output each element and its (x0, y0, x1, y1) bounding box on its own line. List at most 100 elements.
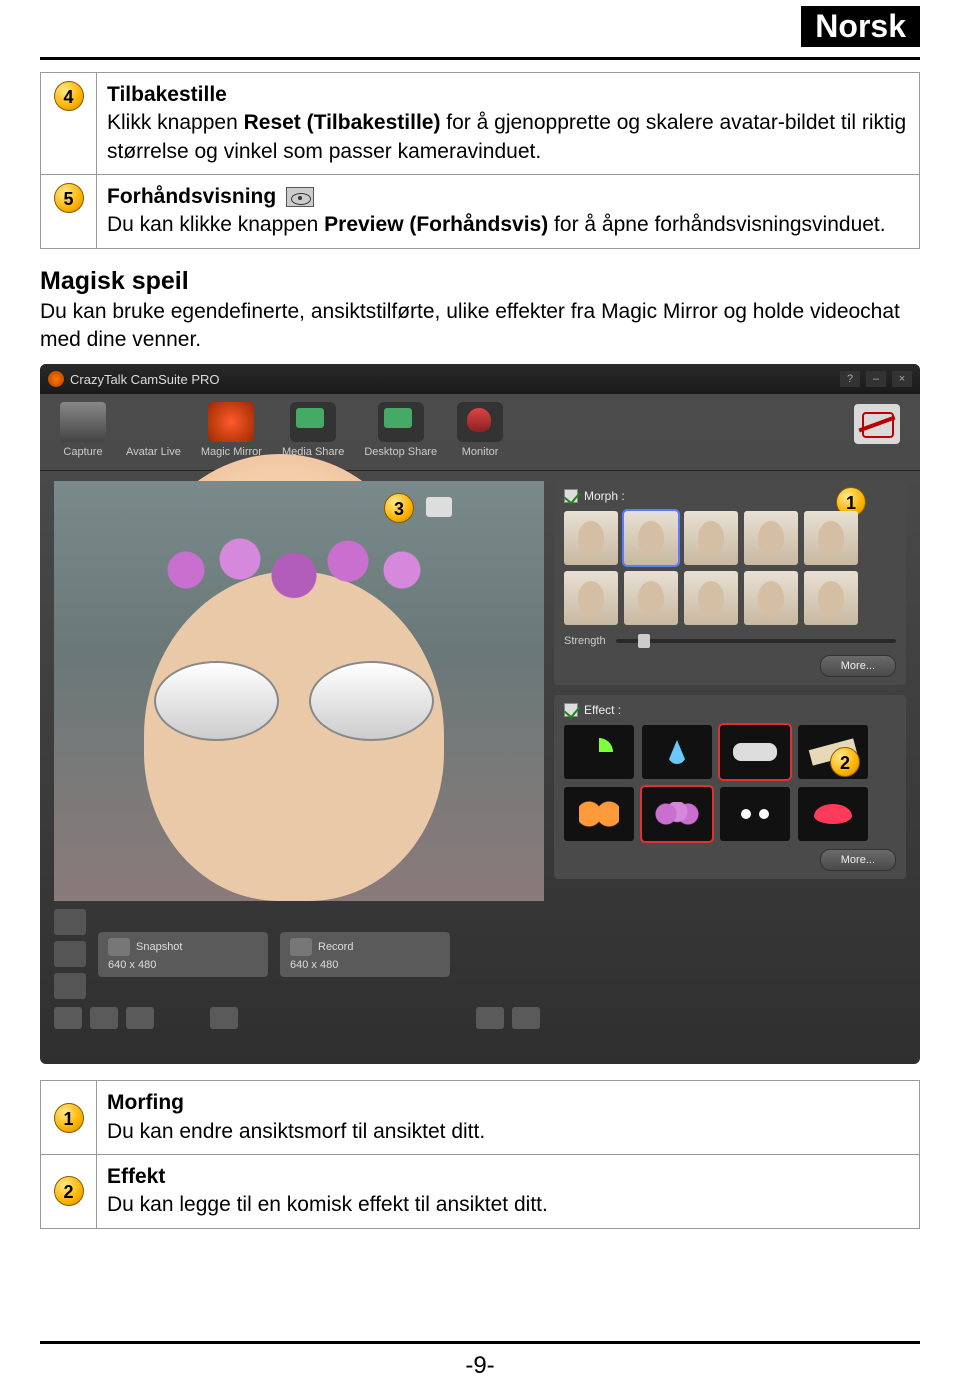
step-badge-2: 2 (54, 1176, 84, 1206)
toolbar-monitor[interactable]: Monitor (457, 402, 503, 458)
morph-grid (564, 511, 896, 625)
snapshot-label: Snapshot (136, 941, 182, 953)
right-pane: Morph : 1 Strength (550, 471, 920, 1011)
media-icon (290, 402, 336, 442)
step-text: for å åpne forhåndsvisningsvinduet. (548, 213, 885, 236)
mask-icon (208, 402, 254, 442)
morph-panel: Morph : 1 Strength (554, 481, 906, 685)
toolbar-label: Avatar Live (126, 446, 181, 458)
morph-thumb[interactable] (804, 571, 858, 625)
snapshot-icon[interactable] (108, 938, 130, 956)
camera-icon (60, 402, 106, 442)
table-row: 5 Forhåndsvisning Du kan klikke knappen … (41, 175, 920, 249)
more-button[interactable]: More... (820, 655, 896, 677)
help-button[interactable]: ? (840, 371, 860, 387)
preview-controls: Snapshot 640 x 480 Record 640 x 480 (54, 909, 540, 999)
morph-thumb[interactable] (804, 511, 858, 565)
preview-pane: 3 Snapshot 640 x 480 Record 640 x 480 (40, 471, 550, 1011)
desktop-icon (378, 402, 424, 442)
effect-checkbox[interactable] (564, 703, 578, 717)
morph-thumb[interactable] (684, 511, 738, 565)
effect-thumb[interactable] (720, 725, 790, 779)
strength-label: Strength (564, 635, 606, 647)
effect-thumb[interactable] (642, 725, 712, 779)
footer-rule (40, 1341, 920, 1344)
step-bold: Reset (Tilbakestille) (244, 111, 441, 134)
toolbar-media-share[interactable]: Media Share (282, 402, 344, 458)
morph-thumb[interactable] (744, 571, 798, 625)
effect-thumb[interactable] (564, 787, 634, 841)
table-row: 4 Tilbakestille Klikk knappen Reset (Til… (41, 73, 920, 175)
video-preview: 3 (54, 481, 544, 901)
main-content: 3 Snapshot 640 x 480 Record 640 x 480 (40, 471, 920, 1011)
step-bold: Preview (Forhåndsvis) (324, 213, 548, 236)
morph-thumb[interactable] (564, 571, 618, 625)
step-cell: Forhåndsvisning Du kan klikke knappen Pr… (97, 175, 920, 249)
app-title: CrazyTalk CamSuite PRO (70, 372, 220, 387)
drop-icon (667, 740, 687, 764)
step-title: Morfing (107, 1089, 909, 1117)
strength-slider[interactable] (616, 639, 896, 643)
step-text: Du kan legge til en komisk effekt til an… (107, 1191, 909, 1219)
lips-icon (814, 804, 852, 824)
volume-button[interactable] (54, 1007, 82, 1029)
app-logo-icon (48, 371, 64, 387)
record-resolution: 640 x 480 (290, 959, 440, 971)
language-tag: Norsk (801, 6, 920, 47)
morph-thumb[interactable] (624, 571, 678, 625)
playlist-button[interactable] (512, 1007, 540, 1029)
flower-crown-effect (114, 515, 474, 625)
volume-button[interactable] (126, 1007, 154, 1029)
side-tool-tiles (54, 909, 86, 999)
strength-row: Strength (564, 635, 896, 647)
snapshot-block: Snapshot 640 x 480 (98, 932, 268, 977)
eyes-icon (741, 809, 769, 819)
section-body: Du kan bruke egendefinerte, ansiktstilfø… (40, 298, 920, 355)
step-text: Du kan endre ansiktsmorf til ansiktet di… (107, 1118, 909, 1146)
music-button[interactable] (210, 1007, 238, 1029)
tool-tile[interactable] (54, 973, 86, 999)
morph-thumb[interactable] (684, 571, 738, 625)
flowers-icon (655, 802, 699, 826)
step-title-row: Forhåndsvisning (107, 183, 909, 211)
play-button[interactable] (476, 1007, 504, 1029)
toolbar-avatar-live[interactable]: Avatar Live (126, 446, 181, 458)
close-button[interactable]: × (892, 371, 912, 387)
step-badge-4: 4 (54, 81, 84, 111)
minimize-button[interactable]: – (866, 371, 886, 387)
morph-thumb[interactable] (624, 511, 678, 565)
morph-checkbox[interactable] (564, 489, 578, 503)
step-text: Klikk knappen (107, 111, 244, 134)
effect-thumb[interactable] (642, 787, 712, 841)
sunglasses-icon (733, 743, 777, 761)
effect-thumb[interactable] (720, 787, 790, 841)
effect-thumb[interactable] (564, 725, 634, 779)
record-icon[interactable] (290, 938, 312, 956)
toolbar-label: Capture (63, 446, 102, 458)
toolbar-desktop-share[interactable]: Desktop Share (364, 402, 437, 458)
morph-thumb[interactable] (564, 511, 618, 565)
step-cell: Effekt Du kan legge til en komisk effekt… (97, 1155, 920, 1229)
effect-grid (564, 725, 896, 841)
page-header: Norsk (40, 0, 920, 60)
toolbar-magic-mirror[interactable]: Magic Mirror (201, 402, 262, 458)
volume-button[interactable] (90, 1007, 118, 1029)
toolbar-label: Desktop Share (364, 446, 437, 458)
morph-thumb[interactable] (744, 511, 798, 565)
step-title: Forhåndsvisning (107, 185, 276, 208)
volume-row (54, 1007, 540, 1029)
more-button[interactable]: More... (820, 849, 896, 871)
butterfly-icon (579, 801, 619, 827)
toolbar-capture[interactable]: Capture (60, 402, 106, 458)
tool-tile[interactable] (54, 941, 86, 967)
preview-eye-icon[interactable] (426, 497, 452, 517)
glasses-effect (154, 661, 434, 751)
security-cam-icon (457, 402, 503, 442)
record-label: Record (318, 941, 353, 953)
swirl-icon (585, 738, 613, 766)
step-title: Effekt (107, 1163, 909, 1191)
page-number: -9- (0, 1352, 960, 1380)
effect-thumb[interactable] (798, 787, 868, 841)
tool-tile[interactable] (54, 909, 86, 935)
step-cell: Morfing Du kan endre ansiktsmorf til ans… (97, 1081, 920, 1155)
